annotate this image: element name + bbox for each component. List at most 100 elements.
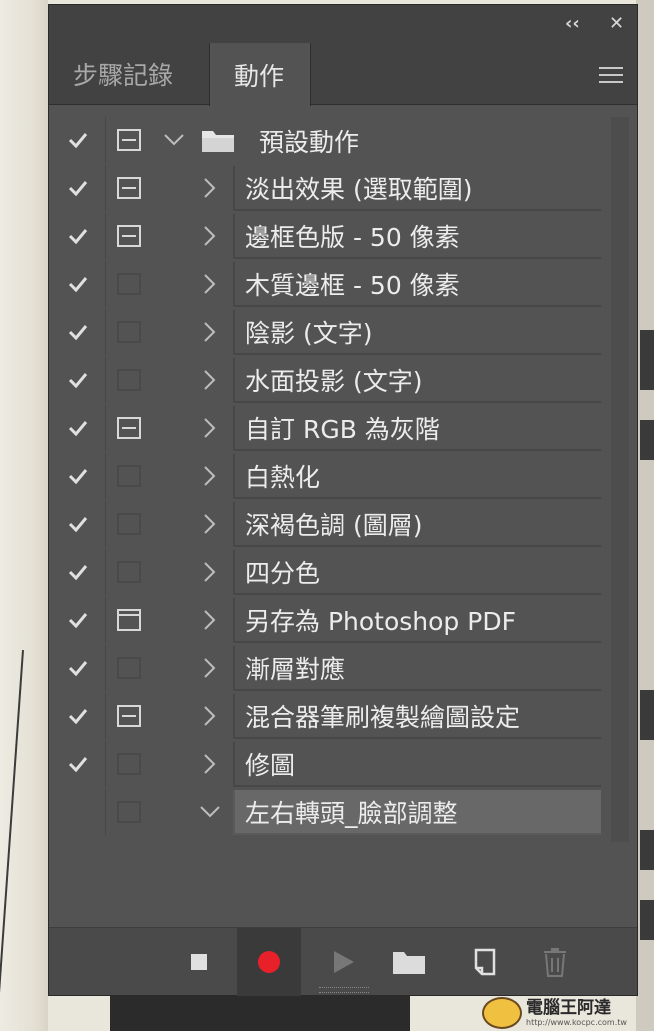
expand-toggle[interactable] (195, 261, 225, 307)
stop-icon (191, 954, 207, 970)
toggle-item-check[interactable] (55, 213, 101, 259)
action-name: 淡出效果 (選取範圍) (233, 166, 601, 211)
action-row[interactable]: 另存為 Photoshop PDF (49, 597, 637, 643)
toggle-dialog[interactable] (105, 213, 151, 259)
toggle-item-check[interactable] (55, 597, 101, 643)
action-row[interactable]: 白熱化 (49, 453, 637, 499)
action-row[interactable]: 左右轉頭_臉部調整 (49, 789, 637, 835)
toggle-dialog[interactable] (105, 741, 151, 787)
action-name: 修圖 (233, 742, 601, 787)
action-name: 白熱化 (233, 454, 601, 499)
tab-history[interactable]: 步驟記錄 (49, 43, 209, 105)
checkmark-icon (68, 373, 88, 389)
toggle-item-check[interactable] (55, 549, 101, 595)
new-action-button[interactable] (453, 928, 517, 996)
panel-menu-icon[interactable] (599, 67, 623, 83)
toggle-dialog[interactable] (105, 789, 151, 835)
toggle-item-check[interactable] (55, 453, 101, 499)
chevron-right-icon (204, 274, 216, 294)
toggle-item-check[interactable] (55, 741, 101, 787)
toggle-dialog[interactable] (105, 645, 151, 691)
action-row[interactable]: 陰影 (文字) (49, 309, 637, 355)
stop-button[interactable] (167, 928, 231, 996)
expand-toggle[interactable] (195, 693, 225, 739)
toggle-item-check[interactable] (55, 789, 101, 835)
toggle-item-check[interactable] (55, 501, 101, 547)
toggle-item-check[interactable] (55, 309, 101, 355)
checkmark-icon (68, 181, 88, 197)
toggle-item-check[interactable] (55, 693, 101, 739)
new-set-button[interactable] (377, 928, 441, 996)
expand-toggle[interactable] (195, 405, 225, 451)
checkmark-icon (68, 613, 88, 629)
expand-toggle[interactable] (195, 597, 225, 643)
action-row[interactable]: 四分色 (49, 549, 637, 595)
background-taskbar (110, 996, 410, 1031)
delete-button[interactable] (523, 928, 587, 996)
expand-toggle[interactable] (195, 309, 225, 355)
expand-toggle[interactable] (195, 213, 225, 259)
toggle-item-check[interactable] (55, 117, 101, 163)
toggle-dialog[interactable] (105, 357, 151, 403)
action-row[interactable]: 淡出效果 (選取範圍) (49, 165, 637, 211)
play-button[interactable] (311, 928, 375, 996)
action-row[interactable]: 深褐色調 (圖層) (49, 501, 637, 547)
chevron-right-icon (204, 322, 216, 342)
action-row[interactable]: 漸層對應 (49, 645, 637, 691)
toggle-dialog[interactable] (105, 405, 151, 451)
trash-icon (544, 948, 566, 977)
scroll-track[interactable] (611, 117, 629, 842)
chevron-right-icon (204, 226, 216, 246)
collapse-icon[interactable]: ‹‹ (565, 13, 580, 34)
checkmark-icon (68, 709, 88, 725)
dialog-toggle-icon (116, 225, 141, 247)
expand-toggle[interactable] (195, 645, 225, 691)
expand-toggle[interactable] (159, 117, 189, 163)
expand-toggle[interactable] (195, 549, 225, 595)
background-right-edge (636, 0, 654, 1031)
toggle-dialog[interactable] (105, 501, 151, 547)
close-icon[interactable]: ✕ (609, 13, 624, 34)
toggle-dialog[interactable] (105, 261, 151, 307)
action-name: 自訂 RGB 為灰階 (233, 406, 601, 451)
toggle-dialog[interactable] (105, 165, 151, 211)
scrollbar[interactable] (603, 117, 637, 842)
toggle-dialog[interactable] (105, 549, 151, 595)
chevron-down-icon (200, 806, 220, 818)
toggle-dialog[interactable] (105, 309, 151, 355)
toggle-dialog[interactable] (105, 117, 151, 163)
chevron-right-icon (204, 754, 216, 774)
action-row[interactable]: 自訂 RGB 為灰階 (49, 405, 637, 451)
toggle-dialog[interactable] (105, 453, 151, 499)
toggle-dialog[interactable] (105, 693, 151, 739)
watermark-logo-icon (482, 997, 522, 1029)
expand-toggle[interactable] (195, 165, 225, 211)
resize-grip[interactable] (319, 987, 369, 993)
panel-titlebar: ‹‹ ✕ (49, 5, 637, 43)
checkmark-icon (68, 469, 88, 485)
action-name: 另存為 Photoshop PDF (233, 598, 601, 643)
toggle-item-check[interactable] (55, 645, 101, 691)
chevron-right-icon (204, 706, 216, 726)
action-row[interactable]: 混合器筆刷複製繪圖設定 (49, 693, 637, 739)
expand-toggle[interactable] (195, 789, 225, 835)
dialog-toggle-icon (116, 369, 141, 391)
expand-toggle[interactable] (195, 357, 225, 403)
tab-actions[interactable]: 動作 (209, 43, 311, 106)
toggle-dialog[interactable] (105, 597, 151, 643)
action-row[interactable]: 水面投影 (文字) (49, 357, 637, 403)
action-set-row[interactable]: 預設動作 (49, 117, 637, 163)
record-button[interactable] (237, 928, 301, 996)
expand-toggle[interactable] (195, 453, 225, 499)
action-name: 漸層對應 (233, 646, 601, 691)
toggle-item-check[interactable] (55, 165, 101, 211)
action-name: 混合器筆刷複製繪圖設定 (233, 694, 601, 739)
toggle-item-check[interactable] (55, 357, 101, 403)
action-row[interactable]: 邊框色版 - 50 像素 (49, 213, 637, 259)
action-row[interactable]: 修圖 (49, 741, 637, 787)
expand-toggle[interactable] (195, 501, 225, 547)
action-row[interactable]: 木質邊框 - 50 像素 (49, 261, 637, 307)
toggle-item-check[interactable] (55, 405, 101, 451)
toggle-item-check[interactable] (55, 261, 101, 307)
expand-toggle[interactable] (195, 741, 225, 787)
